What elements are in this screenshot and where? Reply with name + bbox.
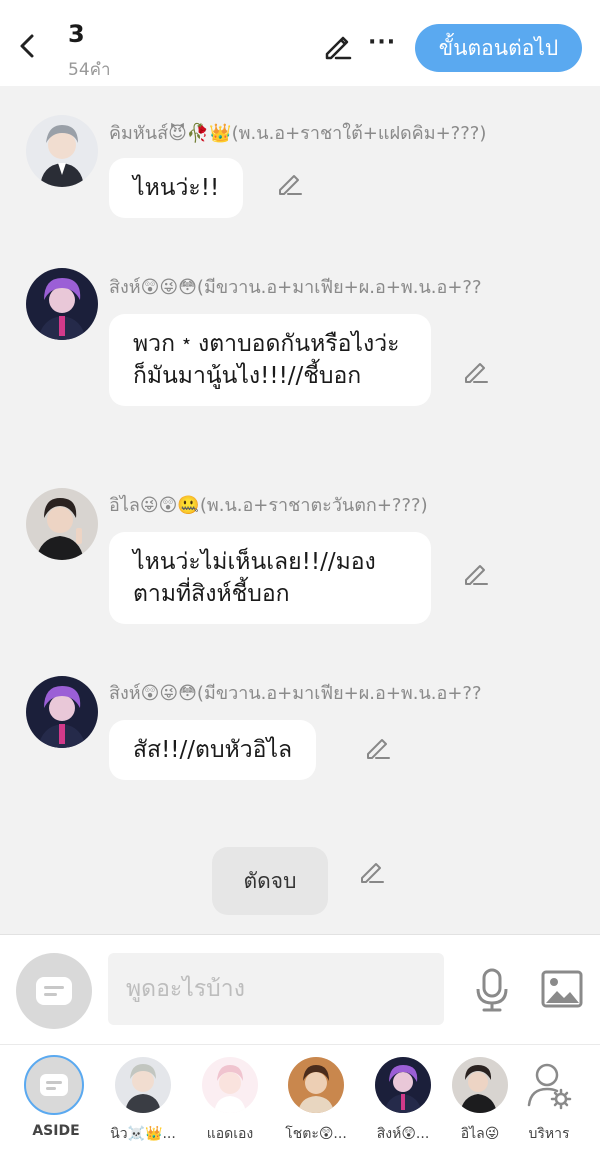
character-avatar [375,1057,431,1113]
chat-bubble-icon [40,1074,68,1096]
avatar-silver-hair [26,115,98,187]
message-bubble[interactable]: ไหนว่ะไม่เห็นเลย!!//มองตามที่สิงห์ชี้บอก [109,532,431,624]
edit-end-button[interactable] [358,858,386,886]
avatar[interactable] [26,676,98,748]
user-gear-icon [527,1063,572,1110]
character-bar: ASIDE นิว☠️👑... แอดเอง โชตะ😲... สิงห์😲..… [0,1044,600,1153]
avatar-dark-hair [26,488,98,560]
message-bubble[interactable]: สัส!!//ตบหัวอิไล [109,720,317,780]
avatar-pink [202,1057,258,1113]
avatar-purple-hair [26,268,98,340]
character-item[interactable]: โชตะ😲... [276,1055,356,1150]
chat-bubble-icon [36,977,72,1005]
avatar[interactable] [26,488,98,560]
next-step-button[interactable]: ขั้นตอนต่อไป [415,24,582,72]
message-bubble[interactable]: ไหนว่ะ!! [109,158,244,218]
attach-image-button[interactable] [540,969,584,1009]
character-name: ASIDE [32,1123,80,1139]
character-name: นิว☠️👑... [110,1126,176,1142]
character-name: โชตะ😲... [285,1126,347,1142]
image-icon [541,970,583,1008]
character-avatar [288,1057,344,1113]
pencil-icon [465,565,488,585]
character-name: อิไล😜 [460,1126,500,1142]
sender-name: สิงห์😲😜😳(มีขวาน.อ+มาเฟีย+ผ.อ+พ.น.อ+?? [109,277,482,298]
manage-characters-button[interactable]: บริหาร [509,1055,589,1150]
avatar[interactable] [26,268,98,340]
pencil-icon [279,175,302,195]
word-count: 54คำ [68,60,111,80]
avatar-warm [288,1057,344,1113]
character-avatar [452,1057,508,1113]
chevron-left-icon [20,34,34,58]
aside-avatar [24,1055,84,1115]
avatar-dark-hair [452,1057,508,1113]
character-name: บริหาร [528,1126,570,1142]
edit-button[interactable] [322,30,354,62]
avatar[interactable] [26,115,98,187]
edit-message-button[interactable] [462,560,490,588]
message-bubble[interactable]: พวก﹡งตาบอดกันหรือไงว่ะ ก็มันมานู้นไง!!!/… [109,314,431,406]
character-aside[interactable]: ASIDE [16,1055,96,1150]
page-title: 3 [68,20,85,48]
sender-name: อิไล😜😲🤐(พ.น.อ+ราชาตะวันตก+???) [109,495,428,516]
composer-bar [0,934,600,1044]
more-icon: ··· [368,30,397,55]
character-avatar [115,1057,171,1113]
character-item[interactable]: นิว☠️👑... [103,1055,183,1150]
microphone-icon [476,968,508,1012]
narration-mode-button[interactable] [16,953,92,1029]
header-bar: 3 54คำ ··· ขั้นตอนต่อไป [0,0,600,86]
avatar-purple-hair [375,1057,431,1113]
voice-input-button[interactable] [472,967,512,1013]
edit-message-button[interactable] [462,358,490,386]
character-item[interactable]: อิไล😜 [440,1055,520,1150]
sender-name: สิงห์😲😜😳(มีขวาน.อ+มาเฟีย+ผ.อ+พ.น.อ+?? [109,683,482,704]
character-item[interactable]: แอดเอง [190,1055,270,1150]
pencil-icon [367,739,390,759]
pencil-icon [465,363,488,383]
manage-icon-wrap [521,1057,577,1113]
edit-message-button[interactable] [364,734,392,762]
pencil-icon [361,863,384,883]
edit-message-button[interactable] [276,170,304,198]
character-avatar [202,1057,258,1113]
sender-name: คิมหันส์😈🥀👑(พ.น.อ+ราชาใต้+แฝดคิม+???) [109,123,487,144]
message-input[interactable] [108,953,444,1025]
avatar-purple-hair [26,676,98,748]
back-button[interactable] [14,30,42,62]
more-options-button[interactable]: ··· [368,30,396,62]
character-name: สิงห์😲... [376,1126,430,1142]
avatar-silver-hair [115,1057,171,1113]
character-item[interactable]: สิงห์😲... [363,1055,443,1150]
character-name: แอดเอง [206,1126,254,1142]
end-story-button[interactable]: ตัดจบ [212,847,328,915]
pencil-icon [325,36,352,60]
